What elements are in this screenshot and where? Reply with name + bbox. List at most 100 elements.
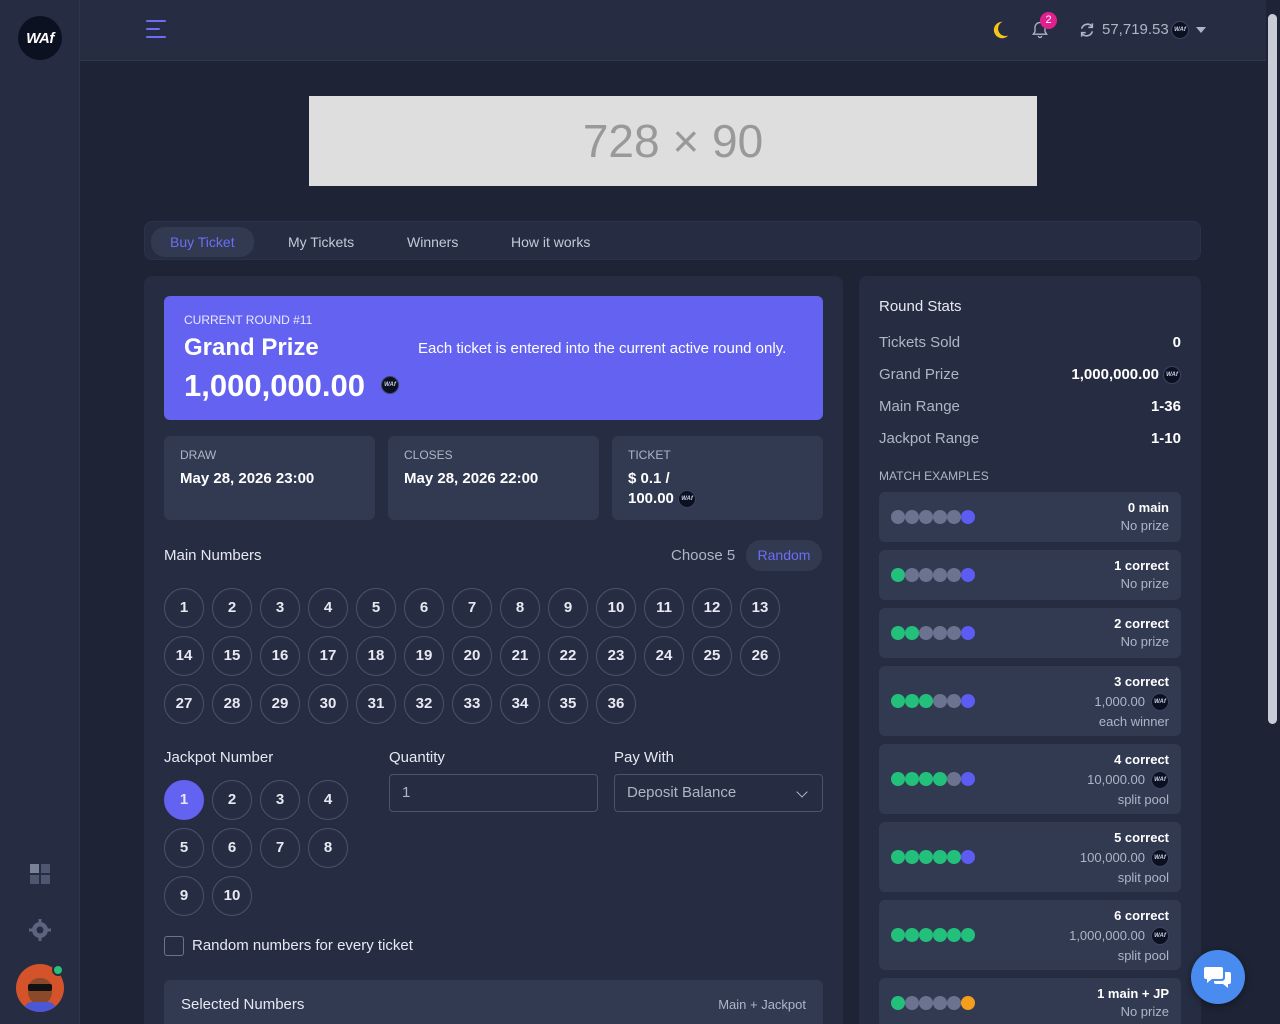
main-number-ball[interactable]: 32 (404, 684, 444, 724)
tab-how-it-works[interactable]: How it works (492, 227, 609, 257)
main-number-ball[interactable]: 25 (692, 636, 732, 676)
main-numbers-title: Main Numbers (164, 547, 262, 564)
main-number-ball[interactable]: 15 (212, 636, 252, 676)
tab-my-tickets[interactable]: My Tickets (269, 227, 373, 257)
jackpot-number-ball[interactable]: 5 (164, 828, 204, 868)
random-every-ticket-label[interactable]: Random numbers for every ticket (192, 937, 413, 954)
match-dot (933, 772, 947, 786)
match-dot (891, 928, 905, 942)
main-number-ball[interactable]: 29 (260, 684, 300, 724)
main-number-ball[interactable]: 16 (260, 636, 300, 676)
online-status-dot (52, 964, 64, 976)
hamburger-icon[interactable] (146, 20, 166, 40)
match-example: 5 correct 100,000.00 WAf split pool (879, 822, 1181, 892)
main-number-ball[interactable]: 34 (500, 684, 540, 724)
match-note: each winner (1098, 714, 1169, 729)
main-number-ball[interactable]: 36 (596, 684, 636, 724)
main-number-ball[interactable]: 2 (212, 588, 252, 628)
quantity-input[interactable]: 1 (389, 774, 598, 812)
coin-icon: WAf (1151, 927, 1169, 945)
match-title: 0 main (1127, 500, 1169, 515)
main-number-ball[interactable]: 17 (308, 636, 348, 676)
jackpot-number-ball[interactable]: 9 (164, 876, 204, 916)
main-number-ball[interactable]: 33 (452, 684, 492, 724)
stat-jackpot-range: Jackpot Range 1-10 (879, 430, 1181, 447)
logo[interactable]: WAf (18, 16, 62, 60)
main-number-ball[interactable]: 19 (404, 636, 444, 676)
match-dot (905, 850, 919, 864)
random-button[interactable]: Random (746, 540, 822, 571)
main-number-ball[interactable]: 13 (740, 588, 780, 628)
match-dot (961, 568, 975, 582)
match-prize: No prize (1120, 1004, 1169, 1019)
jackpot-number-ball[interactable]: 3 (260, 780, 300, 820)
chat-button[interactable] (1191, 950, 1245, 1004)
jackpot-number-ball[interactable]: 6 (212, 828, 252, 868)
main-number-ball[interactable]: 11 (644, 588, 684, 628)
main-number-ball[interactable]: 8 (500, 588, 540, 628)
random-every-ticket-checkbox[interactable] (164, 936, 184, 956)
main-number-ball[interactable]: 24 (644, 636, 684, 676)
round-stats-card: Round Stats Tickets Sold 0 Grand Prize 1,0… (859, 276, 1201, 1024)
topbar: 2 57,719.53 WAf (80, 0, 1266, 61)
jackpot-number-ball[interactable]: 8 (308, 828, 348, 868)
main-number-ball[interactable]: 23 (596, 636, 636, 676)
selected-numbers-title: Selected Numbers (181, 996, 305, 1013)
ad-banner[interactable]: 728 × 90 (309, 96, 1037, 186)
main-number-ball[interactable]: 26 (740, 636, 780, 676)
match-dot (947, 626, 961, 640)
notification-badge: 2 (1040, 12, 1057, 29)
match-dot (905, 694, 919, 708)
match-dot (961, 772, 975, 786)
tab-winners[interactable]: Winners (388, 227, 477, 257)
wallet-balance[interactable]: 57,719.53 (1102, 21, 1169, 38)
main-number-ball[interactable]: 3 (260, 588, 300, 628)
main-number-ball[interactable]: 28 (212, 684, 252, 724)
jackpot-number-ball[interactable]: 2 (212, 780, 252, 820)
match-dot (905, 568, 919, 582)
main-number-ball[interactable]: 31 (356, 684, 396, 724)
jackpot-number-ball[interactable]: 10 (212, 876, 252, 916)
coin-icon: WAf (1163, 366, 1181, 384)
match-dot (905, 996, 919, 1010)
main-number-ball[interactable]: 4 (308, 588, 348, 628)
selected-numbers-panel: Selected Numbers Main + Jackpot (164, 980, 823, 1024)
dashboard-icon[interactable] (28, 862, 52, 886)
main-number-ball[interactable]: 10 (596, 588, 636, 628)
pay-with-select[interactable]: Deposit Balance (614, 774, 823, 812)
main-number-ball[interactable]: 30 (308, 684, 348, 724)
main-number-ball[interactable]: 14 (164, 636, 204, 676)
moon-icon[interactable] (989, 19, 1011, 41)
match-dot (933, 850, 947, 864)
caret-down-icon[interactable] (1196, 27, 1206, 33)
match-prize: No prize (1120, 518, 1169, 533)
main-number-ball[interactable]: 12 (692, 588, 732, 628)
match-dot (905, 510, 919, 524)
refresh-icon[interactable] (1079, 21, 1095, 39)
ticket-label: TICKET (628, 448, 671, 462)
main-number-ball[interactable]: 7 (452, 588, 492, 628)
match-title: 2 correct (1114, 616, 1169, 631)
gear-icon[interactable] (28, 918, 52, 942)
jackpot-number-ball[interactable]: 1 (164, 780, 204, 820)
main-number-ball[interactable]: 18 (356, 636, 396, 676)
jackpot-number-ball[interactable]: 4 (308, 780, 348, 820)
main-number-ball[interactable]: 21 (500, 636, 540, 676)
main-number-ball[interactable]: 1 (164, 588, 204, 628)
main-number-ball[interactable]: 5 (356, 588, 396, 628)
main-number-ball[interactable]: 20 (452, 636, 492, 676)
match-dot (919, 626, 933, 640)
match-dot (919, 772, 933, 786)
scrollbar-thumb[interactable] (1268, 14, 1277, 724)
selected-numbers-subtitle: Main + Jackpot (718, 997, 806, 1012)
jackpot-number-ball[interactable]: 7 (260, 828, 300, 868)
match-prize: No prize (1120, 634, 1169, 649)
main-number-ball[interactable]: 6 (404, 588, 444, 628)
match-example: 1 correct No prize (879, 550, 1181, 600)
tab-buy-ticket[interactable]: Buy Ticket (151, 227, 254, 257)
main-number-ball[interactable]: 35 (548, 684, 588, 724)
main-number-ball[interactable]: 27 (164, 684, 204, 724)
main-number-ball[interactable]: 9 (548, 588, 588, 628)
main-number-ball[interactable]: 22 (548, 636, 588, 676)
match-dot (961, 626, 975, 640)
